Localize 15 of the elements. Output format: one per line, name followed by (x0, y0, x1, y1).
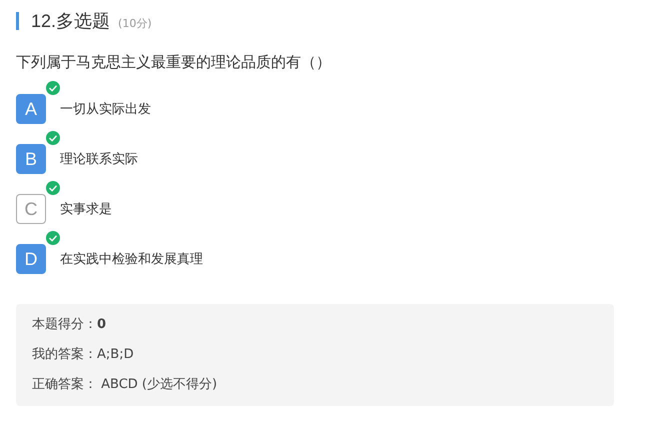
result-line: 正确答案： ABCD (少选不得分) (32, 376, 218, 394)
result-line: 我的答案：A;B;D (32, 346, 135, 364)
question-score: (10分) (118, 16, 152, 30)
option-letter[interactable]: A (16, 94, 46, 124)
option-text: 实事求是 (60, 201, 112, 218)
question-title: 12.多选题 (31, 10, 110, 33)
question-text: 下列属于马克思主义最重要的理论品质的有（） (16, 52, 332, 72)
result-line: 本题得分：0 (32, 316, 108, 334)
option-letter[interactable]: C (16, 194, 46, 224)
option-text: 理论联系实际 (60, 151, 138, 168)
option-text: 在实践中检验和发展真理 (60, 251, 203, 268)
option-text: 一切从实际出发 (60, 101, 151, 118)
accent-bar (16, 12, 19, 30)
option-letter[interactable]: D (16, 244, 46, 274)
option-letter[interactable]: B (16, 144, 46, 174)
